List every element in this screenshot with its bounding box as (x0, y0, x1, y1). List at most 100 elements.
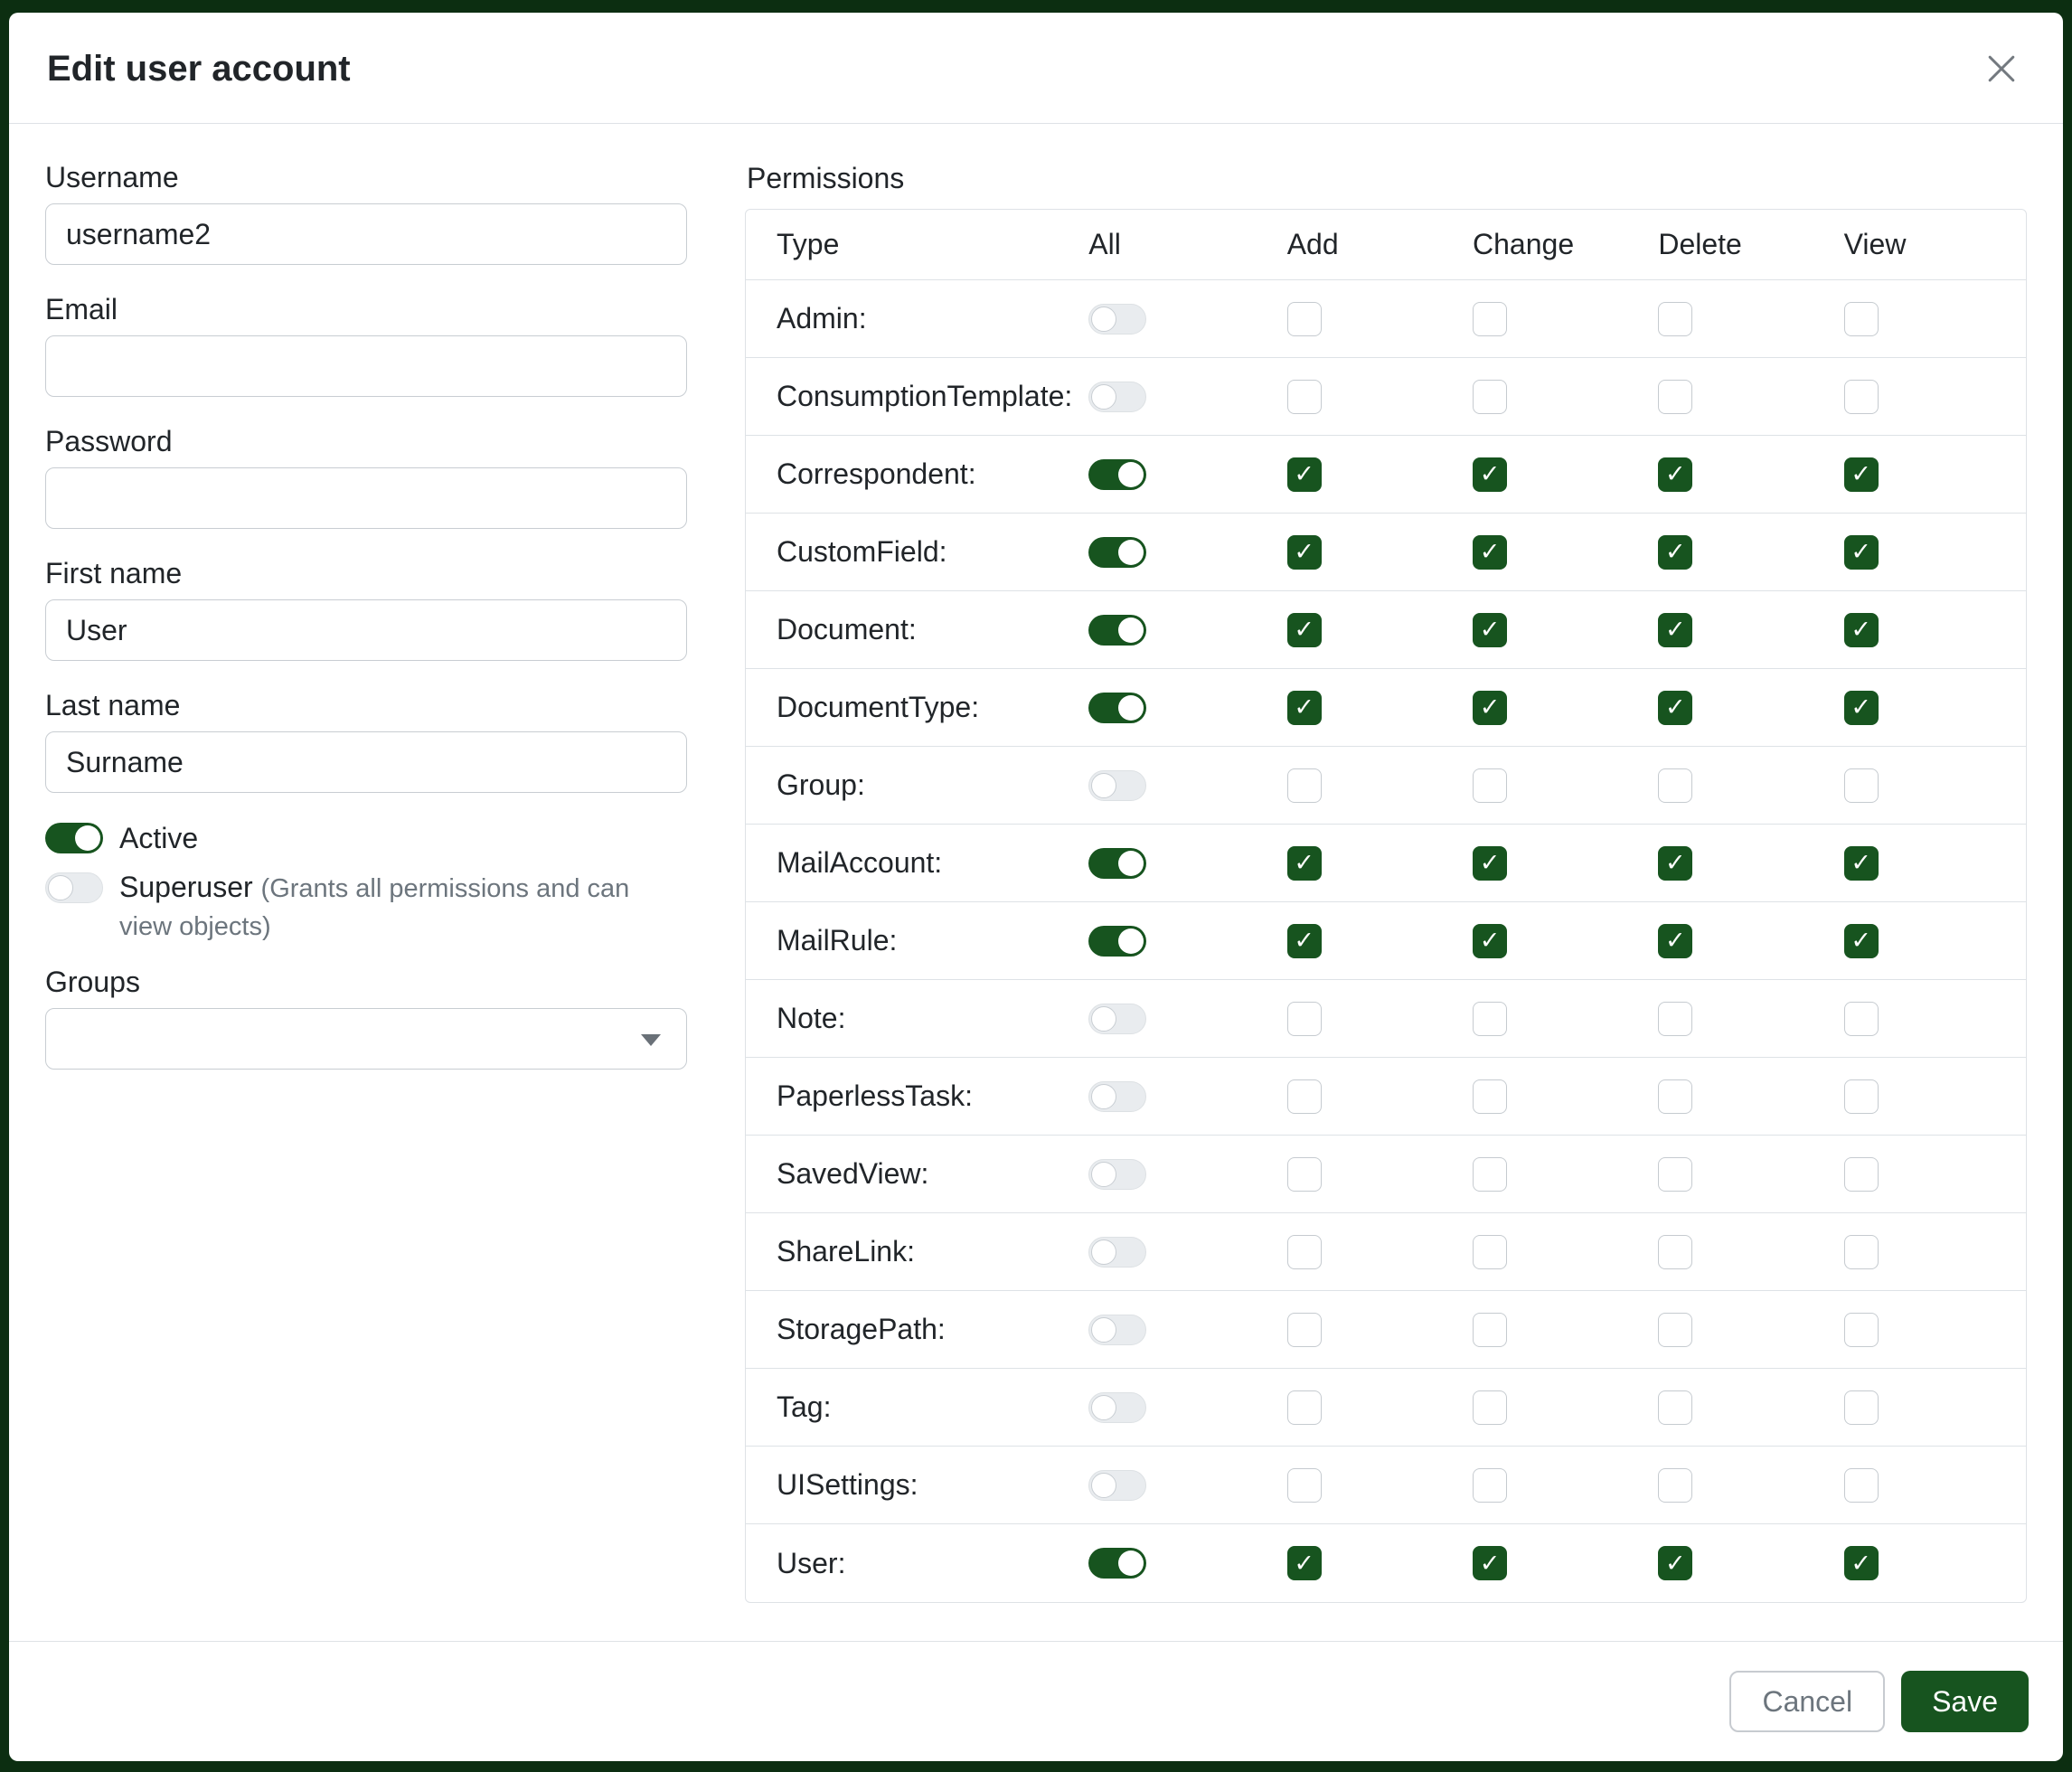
permission-add-checkbox[interactable] (1287, 1390, 1322, 1425)
permission-add-checkbox[interactable]: ✓ (1287, 846, 1322, 881)
save-button[interactable]: Save (1901, 1671, 2029, 1732)
permission-delete-checkbox[interactable]: ✓ (1658, 846, 1692, 881)
permission-add-checkbox[interactable]: ✓ (1287, 535, 1322, 570)
last-name-input[interactable] (45, 731, 687, 793)
permission-delete-checkbox[interactable] (1658, 1157, 1692, 1192)
permission-change-checkbox[interactable]: ✓ (1473, 924, 1507, 958)
cancel-button[interactable]: Cancel (1729, 1671, 1885, 1732)
permission-delete-checkbox[interactable] (1658, 1079, 1692, 1114)
permission-all-toggle[interactable] (1088, 1237, 1146, 1268)
permission-add-checkbox[interactable]: ✓ (1287, 457, 1322, 492)
permission-type-label: Document: (746, 613, 1085, 646)
permission-add-checkbox[interactable] (1287, 1313, 1322, 1347)
permission-delete-checkbox[interactable] (1658, 768, 1692, 803)
permission-view-checkbox[interactable]: ✓ (1844, 1546, 1879, 1580)
permission-add-checkbox[interactable]: ✓ (1287, 691, 1322, 725)
last-name-label: Last name (45, 688, 687, 722)
groups-select[interactable] (45, 1008, 687, 1070)
permission-delete-checkbox[interactable] (1658, 1235, 1692, 1269)
permission-add-checkbox[interactable] (1287, 1002, 1322, 1036)
permission-view-checkbox[interactable] (1844, 1390, 1879, 1425)
permission-add-checkbox[interactable] (1287, 768, 1322, 803)
permission-add-checkbox[interactable] (1287, 380, 1322, 414)
permission-change-checkbox[interactable] (1473, 1157, 1507, 1192)
permission-view-checkbox[interactable] (1844, 1002, 1879, 1036)
permission-change-checkbox[interactable]: ✓ (1473, 457, 1507, 492)
permission-view-checkbox[interactable]: ✓ (1844, 924, 1879, 958)
permission-view-checkbox[interactable]: ✓ (1844, 535, 1879, 570)
permission-delete-checkbox[interactable] (1658, 1002, 1692, 1036)
permission-change-checkbox[interactable] (1473, 1002, 1507, 1036)
active-toggle[interactable] (45, 823, 103, 853)
permission-all-toggle[interactable] (1088, 1470, 1146, 1501)
permission-view-checkbox[interactable] (1844, 1468, 1879, 1503)
permission-view-checkbox[interactable] (1844, 1079, 1879, 1114)
permission-all-toggle[interactable] (1088, 1548, 1146, 1579)
close-button[interactable] (1980, 47, 2023, 90)
permission-change-checkbox[interactable] (1473, 768, 1507, 803)
permission-delete-checkbox[interactable]: ✓ (1658, 535, 1692, 570)
permission-delete-checkbox[interactable]: ✓ (1658, 691, 1692, 725)
toggle-knob (1118, 540, 1144, 565)
permission-add-checkbox[interactable] (1287, 1468, 1322, 1503)
permission-all-toggle[interactable] (1088, 1159, 1146, 1190)
permission-delete-checkbox[interactable]: ✓ (1658, 457, 1692, 492)
permission-change-checkbox[interactable] (1473, 1468, 1507, 1503)
permission-view-checkbox[interactable] (1844, 380, 1879, 414)
permission-delete-checkbox[interactable] (1658, 380, 1692, 414)
toggle-knob (75, 825, 100, 851)
permission-change-checkbox[interactable]: ✓ (1473, 691, 1507, 725)
permission-all-toggle[interactable] (1088, 615, 1146, 646)
permission-view-checkbox[interactable]: ✓ (1844, 457, 1879, 492)
permission-all-toggle[interactable] (1088, 693, 1146, 723)
permission-all-toggle[interactable] (1088, 1392, 1146, 1423)
permission-all-toggle[interactable] (1088, 459, 1146, 490)
permission-change-checkbox[interactable] (1473, 1235, 1507, 1269)
permission-add-checkbox[interactable] (1287, 302, 1322, 336)
permission-view-checkbox[interactable] (1844, 1313, 1879, 1347)
permission-all-toggle[interactable] (1088, 848, 1146, 879)
permission-view-checkbox[interactable] (1844, 1235, 1879, 1269)
first-name-input[interactable] (45, 599, 687, 661)
permission-delete-checkbox[interactable]: ✓ (1658, 924, 1692, 958)
permission-change-checkbox[interactable] (1473, 380, 1507, 414)
password-input[interactable] (45, 467, 687, 529)
permission-change-checkbox[interactable]: ✓ (1473, 613, 1507, 647)
permission-change-checkbox[interactable] (1473, 1313, 1507, 1347)
permission-all-toggle[interactable] (1088, 382, 1146, 412)
superuser-toggle[interactable] (45, 872, 103, 903)
permission-all-toggle[interactable] (1088, 770, 1146, 801)
permission-add-checkbox[interactable]: ✓ (1287, 613, 1322, 647)
permission-all-toggle[interactable] (1088, 1004, 1146, 1034)
email-input[interactable] (45, 335, 687, 397)
permission-delete-checkbox[interactable] (1658, 1468, 1692, 1503)
permission-view-checkbox[interactable]: ✓ (1844, 691, 1879, 725)
permission-delete-checkbox[interactable] (1658, 302, 1692, 336)
permission-view-checkbox[interactable] (1844, 768, 1879, 803)
permission-change-checkbox[interactable] (1473, 1079, 1507, 1114)
permission-change-checkbox[interactable] (1473, 1390, 1507, 1425)
permission-view-checkbox[interactable]: ✓ (1844, 846, 1879, 881)
permission-change-checkbox[interactable] (1473, 302, 1507, 336)
permission-add-checkbox[interactable] (1287, 1235, 1322, 1269)
permission-delete-checkbox[interactable]: ✓ (1658, 613, 1692, 647)
permission-view-checkbox[interactable]: ✓ (1844, 613, 1879, 647)
permission-add-checkbox[interactable] (1287, 1079, 1322, 1114)
username-input[interactable] (45, 203, 687, 265)
permission-all-toggle[interactable] (1088, 926, 1146, 957)
permission-all-toggle[interactable] (1088, 1315, 1146, 1345)
permission-delete-checkbox[interactable]: ✓ (1658, 1546, 1692, 1580)
permission-view-checkbox[interactable] (1844, 302, 1879, 336)
permission-all-toggle[interactable] (1088, 537, 1146, 568)
permission-view-checkbox[interactable] (1844, 1157, 1879, 1192)
permission-change-checkbox[interactable]: ✓ (1473, 846, 1507, 881)
permission-delete-checkbox[interactable] (1658, 1390, 1692, 1425)
permission-all-toggle[interactable] (1088, 1081, 1146, 1112)
permission-add-checkbox[interactable]: ✓ (1287, 924, 1322, 958)
permission-change-checkbox[interactable]: ✓ (1473, 535, 1507, 570)
permission-all-toggle[interactable] (1088, 304, 1146, 335)
permission-change-checkbox[interactable]: ✓ (1473, 1546, 1507, 1580)
permission-delete-checkbox[interactable] (1658, 1313, 1692, 1347)
permission-add-checkbox[interactable] (1287, 1157, 1322, 1192)
permission-add-checkbox[interactable]: ✓ (1287, 1546, 1322, 1580)
